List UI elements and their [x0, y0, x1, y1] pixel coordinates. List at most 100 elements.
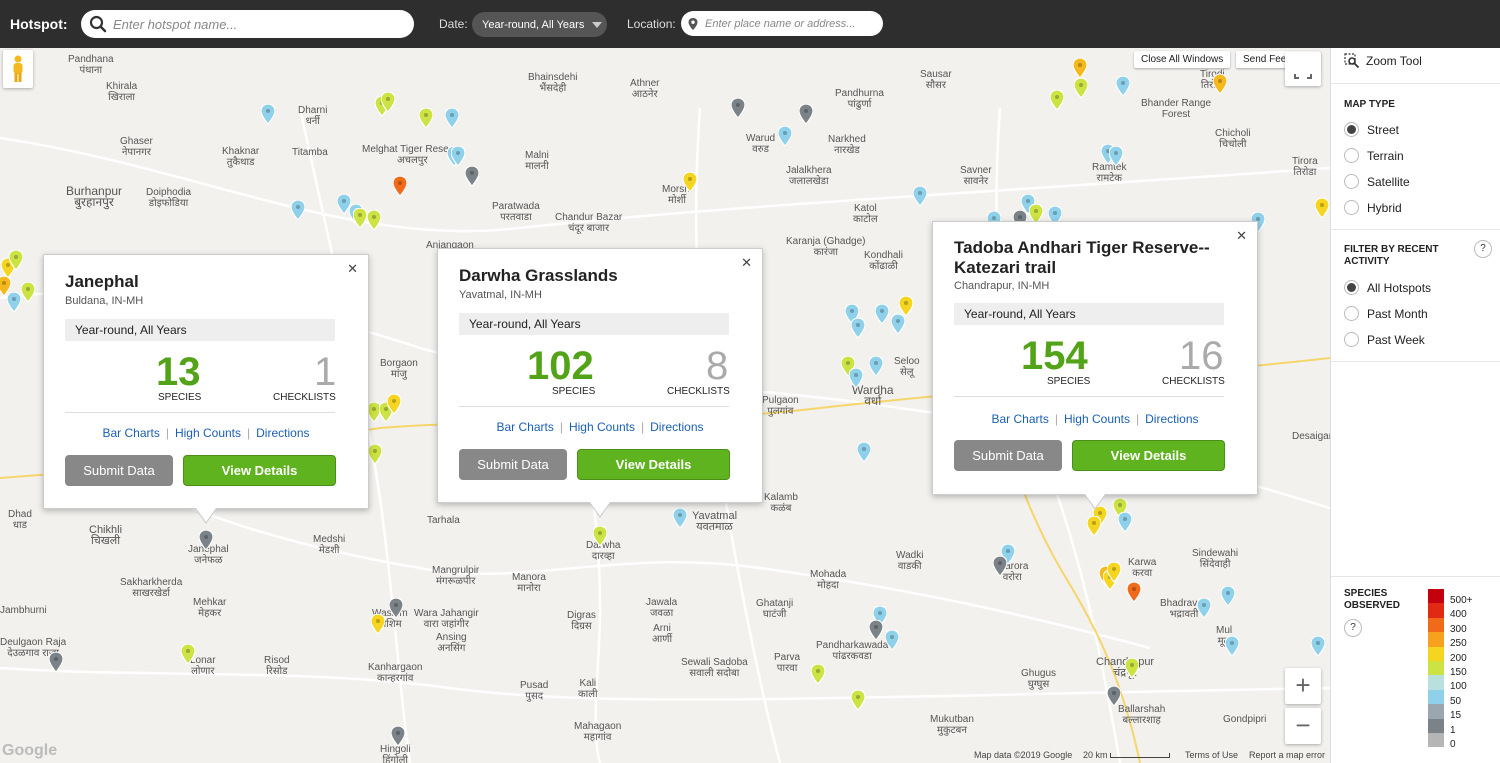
hotspot-marker-icon[interactable] [199, 530, 213, 550]
hotspot-marker-icon[interactable] [885, 630, 899, 650]
zoom-in-button[interactable]: + [1285, 668, 1321, 704]
legend-label: 200 [1450, 652, 1467, 664]
legend-help-icon[interactable]: ? [1344, 619, 1362, 637]
hotspot-marker-icon[interactable] [1109, 146, 1123, 166]
place-label-risod: Risod रिसोड [264, 655, 290, 677]
hotspot-marker-icon[interactable] [1125, 658, 1139, 678]
terms-link[interactable]: Terms of Use [1185, 750, 1238, 760]
view-details-button[interactable]: View Details [183, 455, 336, 486]
hotspot-marker-icon[interactable] [0, 276, 11, 296]
popup-species-label: SPECIES [1047, 376, 1091, 387]
submit-data-button[interactable]: Submit Data [65, 455, 173, 486]
hotspot-marker-icon[interactable] [1225, 636, 1239, 656]
hotspot-marker-icon[interactable] [811, 664, 825, 684]
bar-charts-link[interactable]: Bar Charts [496, 420, 553, 434]
hotspot-marker-icon[interactable] [181, 644, 195, 664]
hotspot-marker-icon[interactable] [1050, 90, 1064, 110]
hotspot-marker-icon[interactable] [1118, 512, 1132, 532]
hotspot-marker-icon[interactable] [353, 208, 367, 228]
hotspot-marker-icon[interactable] [445, 108, 459, 128]
hotspot-marker-icon[interactable] [1107, 686, 1121, 706]
submit-data-button[interactable]: Submit Data [459, 449, 567, 480]
pegman-icon [13, 55, 23, 82]
close-icon[interactable]: ✕ [1236, 228, 1247, 244]
fullscreen-button[interactable] [1285, 52, 1321, 86]
hotspot-marker-icon[interactable] [683, 172, 697, 192]
high-counts-link[interactable]: High Counts [569, 420, 635, 434]
map-canvas[interactable]: Pandhana पंधाना Khirala खिराला Dharni धर्नी… [0, 48, 1330, 763]
location-search-placeholder: Enter place name or address... [705, 17, 856, 30]
hotspot-marker-icon[interactable] [368, 444, 382, 464]
view-details-button[interactable]: View Details [1072, 440, 1225, 471]
hotspot-marker-icon[interactable] [849, 368, 863, 388]
directions-link[interactable]: Directions [256, 426, 309, 440]
hotspot-marker-icon[interactable] [393, 176, 407, 196]
hotspot-marker-icon[interactable] [465, 166, 479, 186]
hotspot-marker-icon[interactable] [371, 614, 385, 634]
hotspot-marker-icon[interactable] [1127, 582, 1141, 602]
hotspot-marker-icon[interactable] [899, 296, 913, 316]
report-map-error-link[interactable]: Report a map error [1249, 750, 1325, 760]
popup-divider [65, 412, 335, 413]
place-label-narkhed: Narkhed नारखेड [828, 134, 866, 156]
hotspot-marker-icon[interactable] [389, 598, 403, 618]
close-all-windows-button[interactable]: Close All Windows [1134, 51, 1231, 68]
hotspot-marker-icon[interactable] [913, 186, 927, 206]
hotspot-marker-icon[interactable] [451, 146, 465, 166]
hotspot-marker-icon[interactable] [993, 556, 1007, 576]
hotspot-marker-icon[interactable] [419, 108, 433, 128]
view-details-button[interactable]: View Details [577, 449, 730, 480]
hotspot-search-placeholder: Enter hotspot name... [113, 16, 238, 32]
legend-swatch [1428, 660, 1444, 676]
close-icon[interactable]: ✕ [741, 255, 752, 271]
hotspot-marker-icon[interactable] [367, 210, 381, 230]
hotspot-marker-icon[interactable] [593, 526, 607, 546]
hotspot-marker-icon[interactable] [1116, 76, 1130, 96]
hotspot-marker-icon[interactable] [387, 394, 401, 414]
zoom-out-button[interactable]: − [1285, 708, 1321, 744]
hotspot-search-input[interactable]: Enter hotspot name... [81, 10, 414, 38]
submit-data-button[interactable]: Submit Data [954, 440, 1062, 471]
hotspot-marker-icon[interactable] [799, 104, 813, 124]
hotspot-marker-icon[interactable] [21, 282, 35, 302]
bar-charts-link[interactable]: Bar Charts [991, 412, 1048, 426]
hotspot-marker-icon[interactable] [1213, 74, 1227, 94]
map-scale-label: 20 km [1083, 750, 1108, 760]
place-label-chandur-bazar: Chandur Bazar चंदूर बाजार [555, 212, 623, 234]
hotspot-marker-icon[interactable] [857, 442, 871, 462]
hotspot-marker-icon[interactable] [778, 126, 792, 146]
hotspot-marker-icon[interactable] [1197, 598, 1211, 618]
hotspot-marker-icon[interactable] [9, 250, 23, 270]
hotspot-marker-icon[interactable] [1073, 58, 1087, 78]
hotspot-marker-icon[interactable] [891, 314, 905, 334]
hotspot-marker-icon[interactable] [869, 356, 883, 376]
hotspot-marker-icon[interactable] [851, 690, 865, 710]
hotspot-marker-icon[interactable] [673, 508, 687, 528]
hotspot-marker-icon[interactable] [391, 726, 405, 746]
hotspot-marker-icon[interactable] [1087, 516, 1101, 536]
hotspot-marker-icon[interactable] [851, 318, 865, 338]
directions-link[interactable]: Directions [1145, 412, 1198, 426]
hotspot-marker-icon[interactable] [49, 652, 63, 672]
hotspot-marker-icon[interactable] [875, 304, 889, 324]
hotspot-marker-icon[interactable] [261, 104, 275, 124]
close-icon[interactable]: ✕ [347, 261, 358, 277]
high-counts-link[interactable]: High Counts [1064, 412, 1130, 426]
hotspot-marker-icon[interactable] [1107, 562, 1121, 582]
hotspot-marker-icon[interactable] [291, 200, 305, 220]
hotspot-marker-icon[interactable] [731, 98, 745, 118]
bar-charts-link[interactable]: Bar Charts [102, 426, 159, 440]
location-search-input[interactable]: Enter place name or address... [681, 11, 883, 36]
hotspot-marker-icon[interactable] [869, 620, 883, 640]
popup-hotspot-name: Tadoba Andhari Tiger Reserve--Katezari t… [954, 238, 1210, 277]
popup-date-range: Year-round, All Years [954, 303, 1224, 325]
hotspot-marker-icon[interactable] [1311, 636, 1325, 656]
directions-link[interactable]: Directions [650, 420, 703, 434]
hotspot-marker-icon[interactable] [381, 92, 395, 112]
high-counts-link[interactable]: High Counts [175, 426, 241, 440]
date-select[interactable]: Year-round, All Years [472, 12, 607, 37]
street-view-pegman[interactable] [3, 50, 33, 88]
hotspot-marker-icon[interactable] [1074, 78, 1088, 98]
hotspot-marker-icon[interactable] [1221, 586, 1235, 606]
hotspot-marker-icon[interactable] [1315, 198, 1329, 218]
